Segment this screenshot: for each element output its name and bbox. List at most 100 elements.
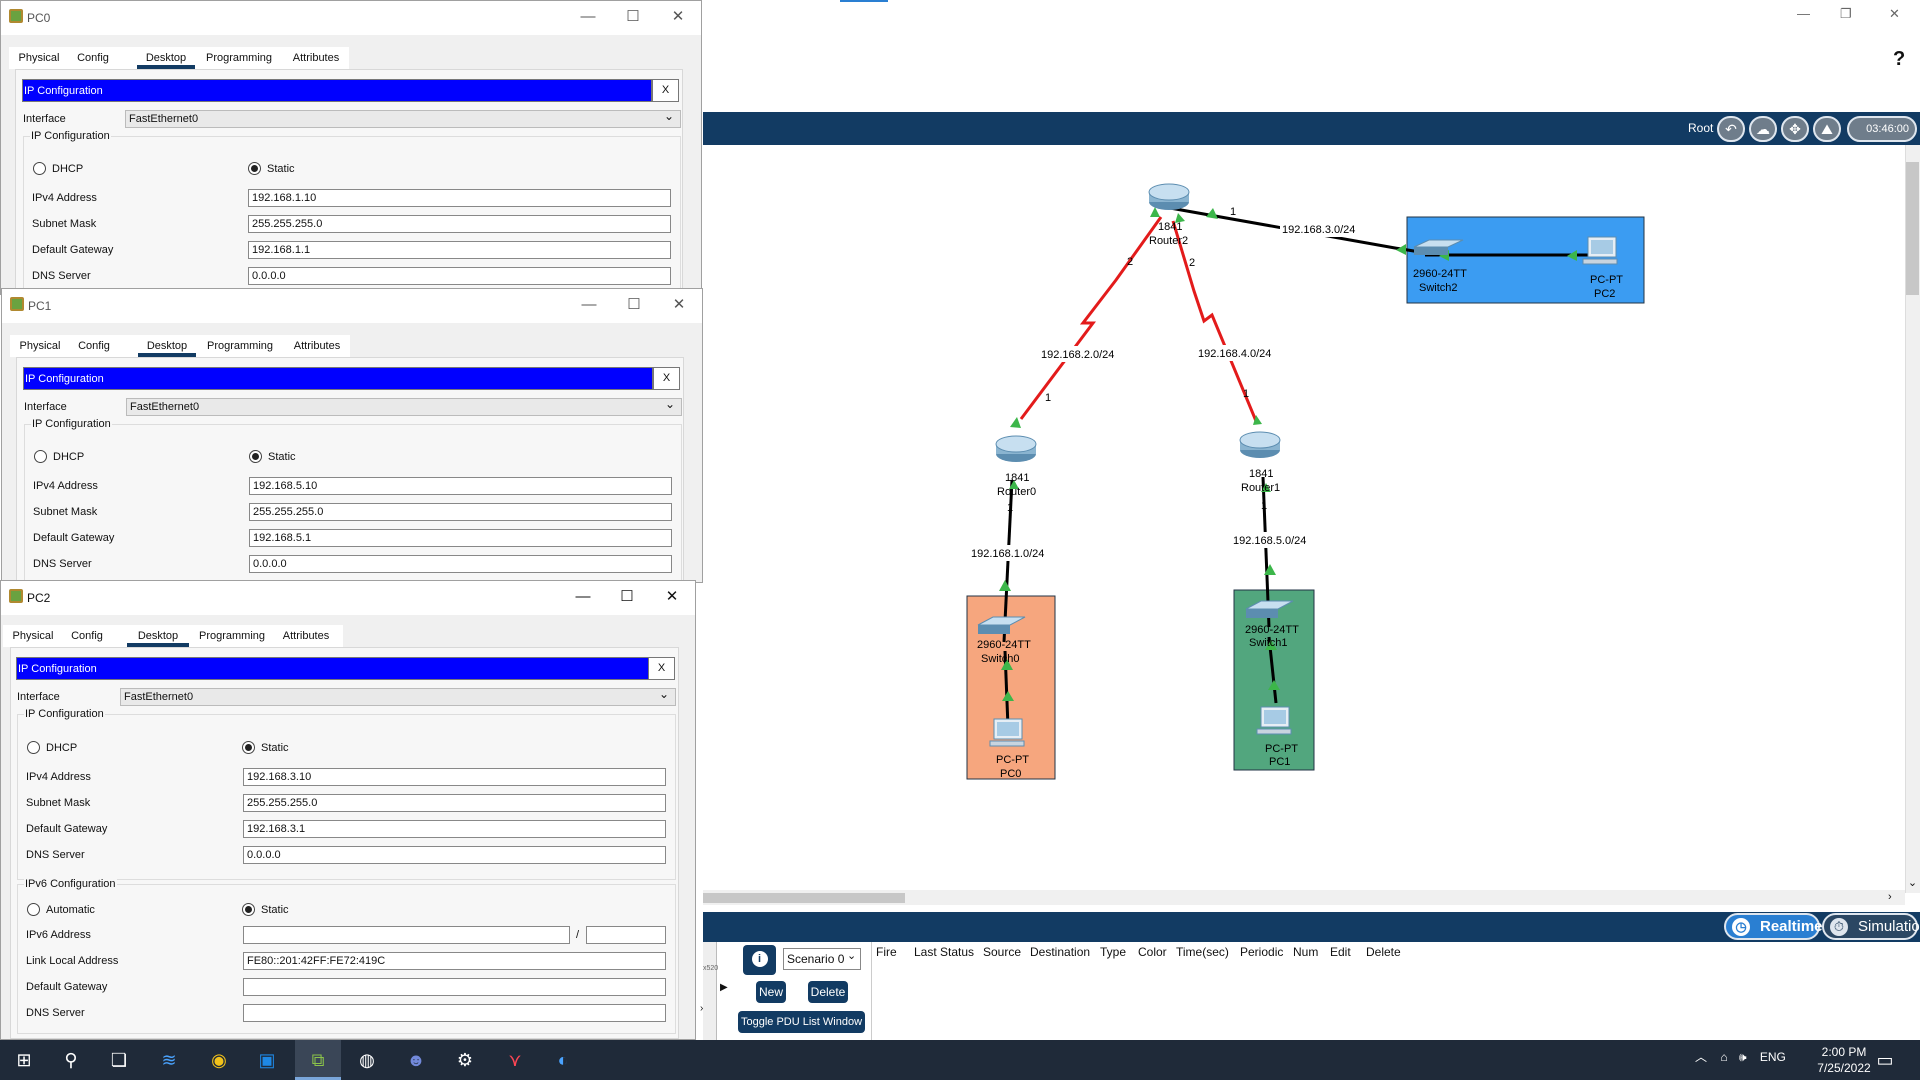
close-icon[interactable]: ✕ <box>669 295 689 315</box>
realtime-mode-button[interactable]: ◷ Realtime <box>1724 913 1823 940</box>
dns-field[interactable]: 0.0.0.0 <box>248 267 671 285</box>
search-icon[interactable]: ⚲ <box>56 1046 86 1074</box>
subnet-mask-field[interactable]: 255.255.255.0 <box>243 794 666 812</box>
back-icon[interactable]: ↶ <box>1717 116 1745 142</box>
close-app-button[interactable]: X <box>648 657 675 680</box>
ipv6-field[interactable] <box>243 926 570 944</box>
discord-icon[interactable]: ☻ <box>401 1046 431 1074</box>
windows-start-icon[interactable]: ⊞ <box>9 1046 39 1074</box>
dns-field[interactable]: 0.0.0.0 <box>249 555 672 573</box>
expand-left-icon[interactable]: ▶ <box>720 982 728 993</box>
tab-desktop[interactable]: Desktop <box>137 47 195 69</box>
automatic-radio[interactable] <box>27 903 40 916</box>
close-icon[interactable]: ✕ <box>1889 6 1900 22</box>
gateway-field[interactable]: 192.168.5.1 <box>249 529 672 547</box>
maximize-icon[interactable]: ☐ <box>624 295 644 315</box>
maximize-icon[interactable]: ☐ <box>623 7 643 27</box>
tab-desktop[interactable]: Desktop <box>138 335 196 357</box>
root-label[interactable]: Root <box>1688 121 1713 135</box>
gateway-field[interactable]: 192.168.3.1 <box>243 820 666 838</box>
new-scenario-button[interactable]: New <box>756 981 786 1003</box>
chevron-up-icon[interactable]: ︿ <box>1695 1050 1707 1064</box>
obs-icon[interactable]: ◍ <box>352 1046 382 1074</box>
prefix-field[interactable] <box>586 926 666 944</box>
close-icon[interactable]: ✕ <box>662 587 682 607</box>
static-radio[interactable] <box>242 741 255 754</box>
close-icon[interactable]: ✕ <box>668 7 688 27</box>
tab-config[interactable]: Config <box>71 47 115 69</box>
simulation-mode-button[interactable]: ⏱ Simulation <box>1822 913 1920 940</box>
col-edit: Edit <box>1330 945 1351 959</box>
cloud-icon[interactable]: ☁ <box>1749 116 1777 142</box>
language-indicator[interactable]: ENG <box>1760 1050 1786 1064</box>
close-app-button[interactable]: X <box>652 79 679 102</box>
maximize-icon[interactable]: ☐ <box>617 587 637 607</box>
minimize-icon[interactable]: — <box>579 295 599 315</box>
valorant-icon[interactable]: ⋎ <box>500 1046 530 1074</box>
tab-desktop[interactable]: Desktop <box>127 625 189 647</box>
delete-scenario-button[interactable]: Delete <box>808 981 848 1003</box>
logical-workspace[interactable]: 1 2 2 1 1 1 1 192.168.3.0/24 192.168.2.0… <box>703 145 1905 890</box>
help-icon[interactable]: ? <box>1893 48 1905 71</box>
browser-app-icon[interactable]: ◐ <box>548 1046 578 1074</box>
steam-like-app-icon[interactable]: ≋ <box>154 1046 184 1074</box>
gateway-field[interactable]: 192.168.1.1 <box>248 241 671 259</box>
pc1-title-bar[interactable]: PC1 — ☐ ✕ <box>2 289 702 323</box>
pc0-title-bar[interactable]: PC0 — ☐ ✕ <box>1 1 701 35</box>
tab-attributes[interactable]: Attributes <box>277 625 335 647</box>
minimize-icon[interactable]: — <box>573 587 593 607</box>
steam-icon[interactable]: ⚙ <box>450 1046 480 1074</box>
scroll-right-icon[interactable]: › <box>1888 891 1892 903</box>
move-icon[interactable]: ✥ <box>1781 116 1809 142</box>
chrome-icon[interactable]: ◉ <box>204 1046 234 1074</box>
ipv4-field[interactable]: 192.168.3.10 <box>243 768 666 786</box>
tab-physical[interactable]: Physical <box>13 47 65 69</box>
toggle-pdu-list-button[interactable]: Toggle PDU List Window <box>738 1011 865 1033</box>
scroll-panel-icon[interactable]: › <box>700 1003 703 1014</box>
static-radio[interactable] <box>249 450 262 463</box>
static-radio[interactable] <box>248 162 261 175</box>
ipv4-field[interactable]: 192.168.1.10 <box>248 189 671 207</box>
link-local-field[interactable]: FE80::201:42FF:FE72:419C <box>243 952 666 970</box>
tab-config[interactable]: Config <box>65 625 109 647</box>
notification-icon[interactable]: ▭ <box>1870 1046 1900 1074</box>
tab-attributes[interactable]: Attributes <box>287 47 345 69</box>
vertical-scroll-thumb[interactable] <box>1906 162 1919 295</box>
background-image-icon[interactable]: ⛰ <box>1813 116 1841 142</box>
ipv6-gateway-field[interactable] <box>243 978 666 996</box>
dhcp-radio[interactable] <box>34 450 47 463</box>
app-window-icon[interactable]: ▣ <box>252 1046 282 1074</box>
subnet-mask-field[interactable]: 255.255.255.0 <box>249 503 672 521</box>
tab-programming[interactable]: Programming <box>195 625 269 647</box>
clock-display[interactable]: 03:46:00 <box>1847 116 1917 142</box>
tab-physical[interactable]: Physical <box>14 335 66 357</box>
ipv6-dns-field[interactable] <box>243 1004 666 1022</box>
task-view-icon[interactable]: ❏ <box>104 1046 134 1074</box>
dhcp-radio[interactable] <box>27 741 40 754</box>
network-icon[interactable]: ⌂ <box>1720 1050 1727 1064</box>
tab-physical[interactable]: Physical <box>7 625 59 647</box>
volume-icon[interactable]: 🕪 <box>1739 1050 1747 1064</box>
tab-programming[interactable]: Programming <box>203 47 275 69</box>
dhcp-radio[interactable] <box>33 162 46 175</box>
interface-select[interactable]: FastEthernet0 <box>120 686 676 706</box>
close-app-button[interactable]: X <box>653 367 680 390</box>
horizontal-scroll-thumb[interactable] <box>703 893 905 903</box>
interface-select[interactable]: FastEthernet0 <box>126 396 682 416</box>
restore-icon[interactable]: ❐ <box>1840 6 1852 22</box>
minimize-icon[interactable]: — <box>1797 6 1810 21</box>
tab-config[interactable]: Config <box>72 335 116 357</box>
scroll-down-icon[interactable]: ⌄ <box>1905 876 1920 889</box>
packet-tracer-taskbar-icon[interactable]: ⧉ <box>303 1046 333 1074</box>
dns-field[interactable]: 0.0.0.0 <box>243 846 666 864</box>
tab-programming[interactable]: Programming <box>204 335 276 357</box>
static-ipv6-radio[interactable] <box>242 903 255 916</box>
minimize-icon[interactable]: — <box>578 7 598 27</box>
subnet-mask-field[interactable]: 255.255.255.0 <box>248 215 671 233</box>
interface-select[interactable]: FastEthernet0 <box>125 108 681 128</box>
info-button[interactable]: i <box>743 945 776 975</box>
pc2-title-bar[interactable]: PC2 — ☐ ✕ <box>1 581 695 615</box>
tab-attributes[interactable]: Attributes <box>288 335 346 357</box>
window-title: PC0 <box>27 11 51 25</box>
ipv4-field[interactable]: 192.168.5.10 <box>249 477 672 495</box>
